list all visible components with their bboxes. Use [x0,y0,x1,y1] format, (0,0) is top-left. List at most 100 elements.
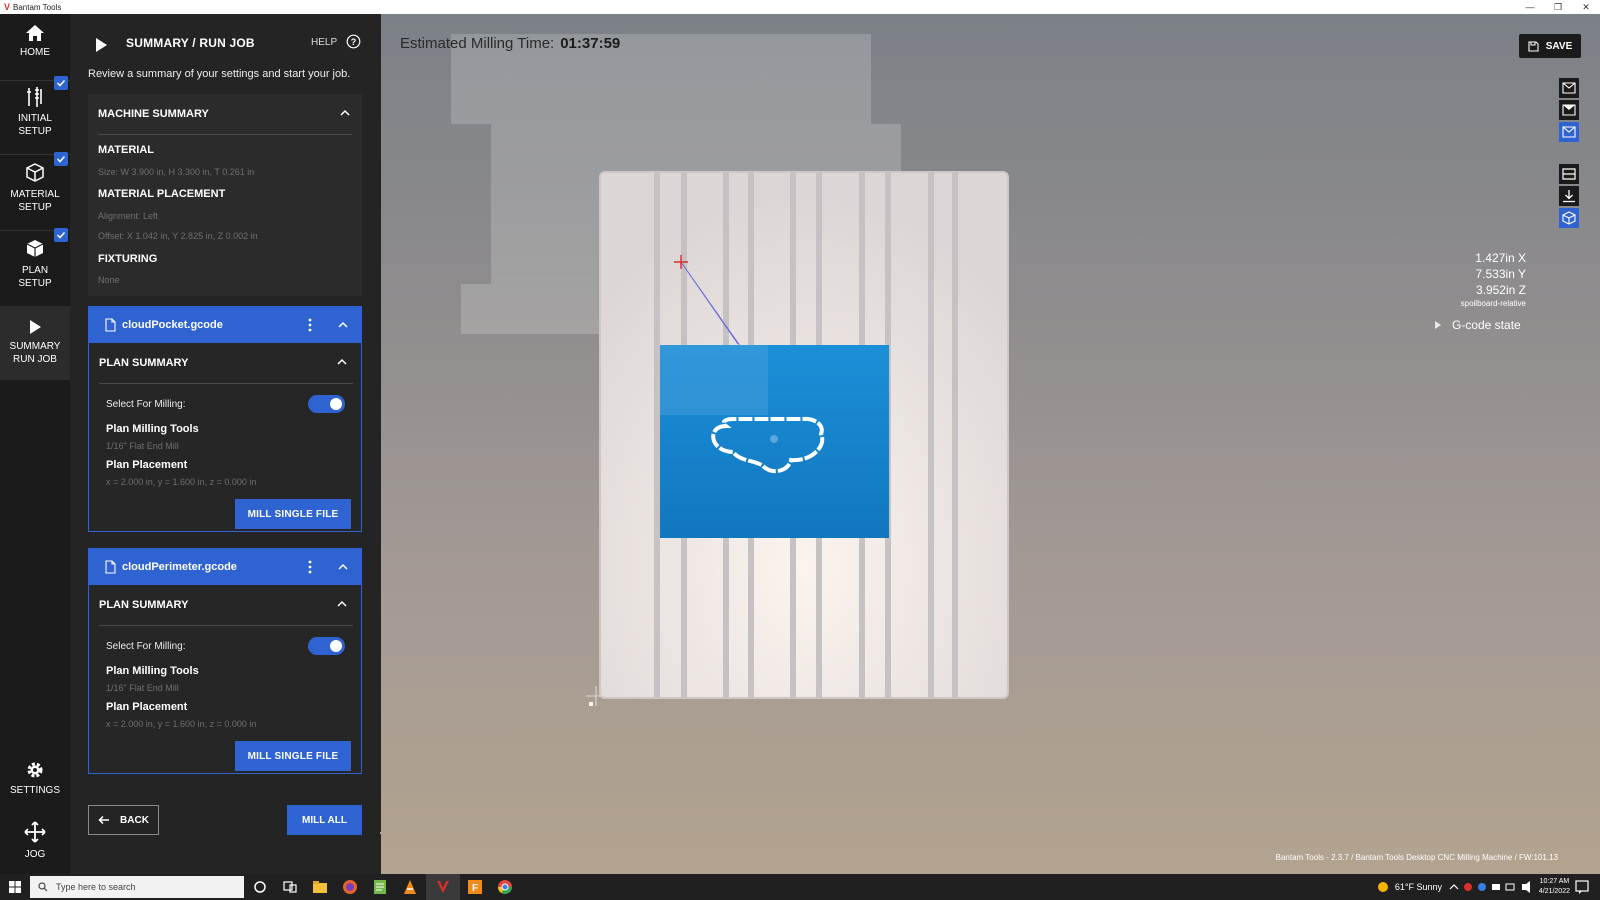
plan-summary-title: PLAN SUMMARY [99,599,189,611]
notepad-icon[interactable] [372,879,388,895]
windows-taskbar: Type here to search F 61°F Sunny 10:27 A… [0,874,1600,900]
chevron-up-icon[interactable] [337,600,347,608]
weather[interactable]: 61°F Sunny [1395,882,1442,892]
nav-settings[interactable]: SETTINGS [0,760,70,804]
nav-material-setup[interactable]: MATERIAL SETUP [0,152,70,224]
task-view-icon[interactable] [282,879,298,895]
select-for-milling-toggle[interactable] [308,395,345,413]
taskbar-active-app[interactable] [426,874,460,900]
page-title: SUMMARY / RUN JOB [126,36,255,50]
file-header[interactable]: cloudPocket.gcode [89,307,361,343]
view-top-left-button[interactable] [1559,78,1579,98]
play-icon [96,38,107,52]
windows-start-icon[interactable] [7,879,23,895]
system-tray: 61°F Sunny [1377,874,1540,900]
nav-material-label-2: SETUP [18,202,52,213]
clock-date: 4/21/2022 [1538,888,1570,895]
nav-summary-run-job[interactable]: SUMMARY RUN JOB [0,306,70,380]
help-link[interactable]: HELP [311,37,337,48]
view-side-button[interactable] [1559,164,1579,184]
arrow-left-icon [98,815,110,825]
more-vertical-icon[interactable] [308,560,312,574]
estimated-milling-time: Estimated Milling Time: 01:37:59 [400,35,620,52]
position-readout: 1.427in X 7.533in Y 3.952in Z spoilboard… [1416,250,1526,310]
caret-right-icon [1435,321,1441,329]
svg-text:?: ? [351,37,357,47]
chevron-up-icon[interactable] [338,563,348,571]
plan-milling-tools-title: Plan Milling Tools [106,665,199,677]
nav-initial-label-1: INITIAL [18,113,52,124]
save-button[interactable]: SAVE [1519,34,1581,58]
nav-material-label-1: MATERIAL [10,189,60,200]
material-alignment: Alignment: Left [98,211,159,221]
chevron-up-icon[interactable] [338,321,348,329]
view-3d-button[interactable] [1559,208,1579,228]
file-icon [105,560,116,574]
3d-preview-canvas[interactable]: Estimated Milling Time: 01:37:59 SAVE 1.4… [381,14,1600,874]
material-placement-title: MATERIAL PLACEMENT [98,188,226,200]
view-front-button[interactable] [1559,122,1579,142]
view-download-button[interactable] [1559,186,1579,206]
view-cube-icon [1562,82,1576,94]
plan-placement-title: Plan Placement [106,701,188,713]
vlc-icon[interactable] [402,879,418,895]
fixturing-value: None [98,275,120,285]
summary-panel: SUMMARY / RUN JOB HELP ? Review a summar… [70,14,381,874]
chrome-icon[interactable] [497,879,513,895]
plan-milling-tools-value: 1/16" Flat End Mill [106,683,179,693]
select-for-milling-label: Select For Milling: [106,399,186,410]
plan-milling-tools-title: Plan Milling Tools [106,423,199,435]
system-clock[interactable]: 10:27 AM 4/21/2022 [1539,877,1570,897]
mill-single-file-button[interactable]: MILL SINGLE FILE [235,499,351,529]
mill-all-button[interactable]: MILL ALL [287,805,362,835]
home-icon [26,25,44,41]
nav-home[interactable]: HOME [0,24,70,74]
file-explorer-icon[interactable] [312,879,328,895]
taskbar-search[interactable]: Type here to search [30,876,244,898]
chevron-up-icon[interactable] [340,109,350,117]
mill-single-file-button[interactable]: MILL SINGLE FILE [235,741,351,771]
machine-scene [451,34,1009,706]
more-vertical-icon[interactable] [308,318,312,332]
view-side-icon [1562,168,1576,180]
download-icon [1563,190,1575,203]
gcode-state-label: G-code state [1452,318,1521,332]
nav-initial-setup[interactable]: INITIAL SETUP [0,76,70,148]
notifications-icon[interactable] [1574,879,1590,895]
minimize-icon[interactable]: — [1516,0,1544,14]
file-header[interactable]: cloudPerimeter.gcode [89,549,361,585]
app-logo: V [4,2,11,12]
nav-plan-setup[interactable]: PLAN SETUP [0,228,70,300]
back-button[interactable]: BACK [88,805,159,835]
close-icon[interactable]: ✕ [1572,0,1600,14]
tools-icon [27,87,42,107]
select-for-milling-toggle[interactable] [308,637,345,655]
nav-summary-label-1: SUMMARY [9,341,61,352]
3d-cube-icon [1562,211,1576,225]
firefox-icon[interactable] [342,879,358,895]
nav-jog-label: JOG [24,849,46,860]
plan-placement-value: x = 2.000 in, y = 1.600 in, z = 0.000 in [106,719,257,729]
view-top-right-button[interactable] [1559,100,1579,120]
search-placeholder: Type here to search [56,882,136,892]
gcode-state-toggle[interactable]: G-code state [1434,318,1521,332]
position-z: 3.952in Z [1475,283,1526,297]
fixturing-title: FIXTURING [98,253,158,265]
version-info: Bantam Tools - 2.3.7 / Bantam Tools Desk… [1275,853,1558,862]
file-name: cloudPocket.gcode [122,319,223,331]
restore-icon[interactable]: ❐ [1544,0,1572,14]
chevron-up-icon[interactable] [337,358,347,366]
tray-icons[interactable] [1448,881,1540,893]
cortana-icon[interactable] [252,879,268,895]
help-icon[interactable]: ? [346,34,361,49]
fusion-icon[interactable]: F [467,879,483,895]
estimate-value: 01:37:59 [560,35,621,52]
nav-home-label: HOME [20,47,50,58]
nav-summary-label-2: RUN JOB [13,354,57,365]
play-icon [30,320,41,334]
window-title: Bantam Tools [13,2,62,12]
plan-summary-title: PLAN SUMMARY [99,357,189,369]
clock-time: 10:27 AM [1539,878,1570,885]
nav-jog[interactable]: JOG [0,820,70,868]
material-cube-icon [26,163,44,182]
